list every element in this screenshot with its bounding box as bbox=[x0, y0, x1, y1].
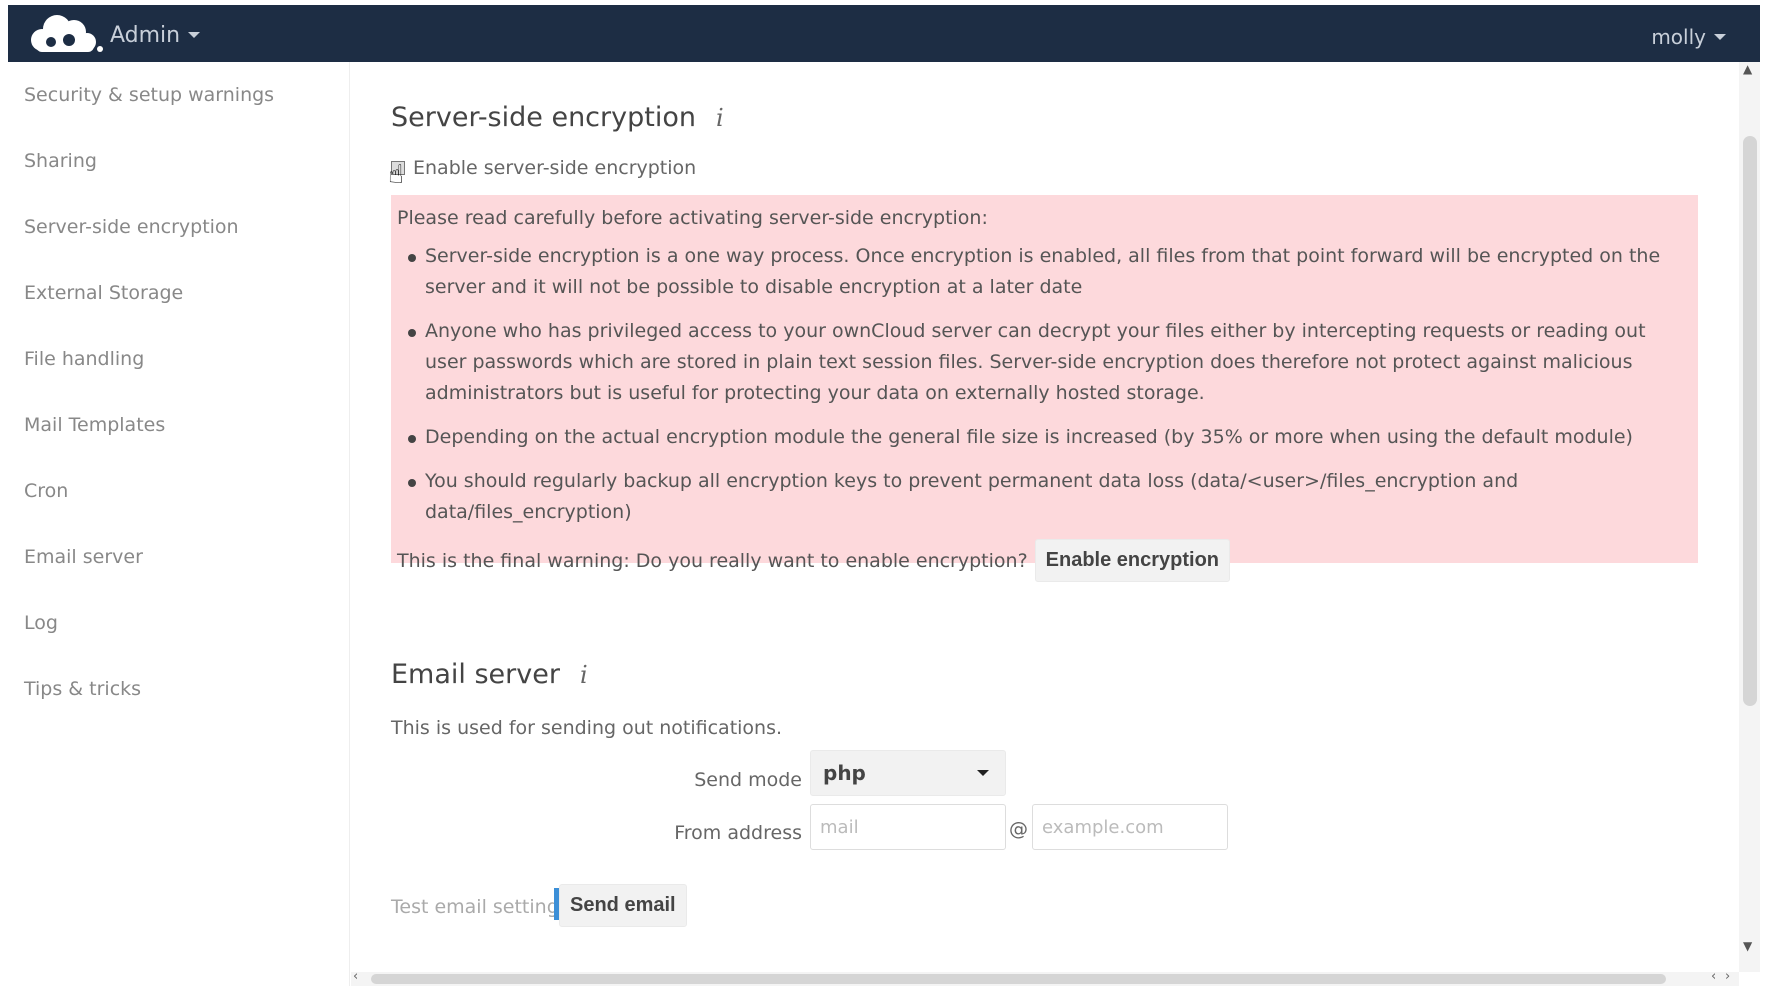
app-menu[interactable]: Admin bbox=[110, 23, 201, 48]
chevron-down-icon bbox=[188, 31, 201, 38]
encryption-title-text: Server-side encryption bbox=[391, 102, 696, 133]
scroll-right-icon[interactable]: › bbox=[1725, 969, 1730, 984]
horizontal-scrollbar[interactable]: ‹ ‹ › bbox=[351, 969, 1739, 986]
user-menu[interactable]: molly bbox=[1651, 25, 1726, 49]
final-warning-row: This is the final warning: Do you really… bbox=[397, 539, 1692, 582]
vertical-scrollbar[interactable]: ▲ ▼ bbox=[1739, 62, 1760, 972]
warning-item: Anyone who has privileged access to your… bbox=[397, 316, 1692, 409]
send-mode-label: Send mode bbox=[694, 769, 802, 791]
from-address-domain-input[interactable] bbox=[1032, 804, 1228, 850]
header-bar: Admin molly bbox=[8, 5, 1760, 62]
warning-item: You should regularly backup all encrypti… bbox=[397, 466, 1692, 528]
encryption-section-title: Server-side encryption i bbox=[391, 102, 724, 133]
hand-cursor-icon: ☝ bbox=[388, 160, 404, 190]
enable-encryption-checkbox-row[interactable]: ☝ Enable server-side encryption bbox=[388, 157, 697, 190]
sidebar-item-file-handling[interactable]: File handling bbox=[8, 326, 349, 392]
send-mode-select[interactable]: php bbox=[810, 750, 1006, 796]
warning-intro: Please read carefully before activating … bbox=[397, 207, 988, 229]
scroll-up-icon[interactable]: ▲ bbox=[1743, 62, 1752, 76]
send-email-button[interactable]: Send email bbox=[559, 884, 687, 927]
main-content: Server-side encryption i ☝ Enable server-… bbox=[351, 62, 1739, 972]
info-icon[interactable]: i bbox=[580, 661, 588, 689]
enable-encryption-button[interactable]: Enable encryption bbox=[1034, 539, 1231, 582]
sidebar-item-log[interactable]: Log bbox=[8, 590, 349, 656]
test-email-label: Test email settings bbox=[391, 896, 569, 918]
sidebar-item-sharing[interactable]: Sharing bbox=[8, 128, 349, 194]
at-sign: @ bbox=[1009, 818, 1028, 840]
sidebar-item-server-side-encryption[interactable]: Server-side encryption bbox=[8, 194, 349, 260]
sidebar-item-external-storage[interactable]: External Storage bbox=[8, 260, 349, 326]
from-address-label: From address bbox=[674, 822, 802, 844]
info-icon[interactable]: i bbox=[716, 104, 724, 132]
enable-encryption-checkbox[interactable]: ☝ bbox=[388, 160, 405, 190]
encryption-warning-box: Please read carefully before activating … bbox=[391, 195, 1698, 582]
email-server-section-title: Email server i bbox=[391, 659, 588, 690]
app-name-label: Admin bbox=[110, 23, 181, 48]
sidebar-item-security-warnings[interactable]: Security & setup warnings bbox=[8, 62, 349, 128]
email-server-title-text: Email server bbox=[391, 659, 560, 690]
sidebar-item-cron[interactable]: Cron bbox=[8, 458, 349, 524]
chevron-down-icon bbox=[1714, 34, 1726, 40]
enable-encryption-label: Enable server-side encryption bbox=[413, 157, 697, 179]
vertical-scroll-thumb[interactable] bbox=[1743, 136, 1757, 706]
sidebar-item-email-server[interactable]: Email server bbox=[8, 524, 349, 590]
scroll-down-icon[interactable]: ▼ bbox=[1743, 939, 1752, 953]
sidebar-item-mail-templates[interactable]: Mail Templates bbox=[8, 392, 349, 458]
chevron-down-icon bbox=[977, 770, 989, 776]
sidebar-nav: Security & setup warnings Sharing Server… bbox=[8, 62, 350, 986]
from-address-mail-input[interactable] bbox=[810, 804, 1006, 850]
owncloud-logo-icon[interactable] bbox=[24, 12, 104, 54]
sidebar-item-tips-tricks[interactable]: Tips & tricks bbox=[8, 656, 349, 722]
user-name-label: molly bbox=[1651, 25, 1706, 49]
warning-item: Depending on the actual encryption modul… bbox=[397, 422, 1692, 453]
horizontal-scroll-thumb[interactable] bbox=[371, 974, 1666, 984]
scroll-left-icon[interactable]: ‹ bbox=[353, 969, 358, 984]
warning-list: Server-side encryption is a one way proc… bbox=[397, 241, 1692, 528]
final-warning-text: This is the final warning: Do you really… bbox=[397, 549, 1028, 572]
email-server-description: This is used for sending out notificatio… bbox=[391, 717, 783, 739]
warning-item: Server-side encryption is a one way proc… bbox=[397, 241, 1692, 303]
send-mode-value: php bbox=[823, 761, 866, 785]
scroll-left-icon[interactable]: ‹ bbox=[1711, 969, 1716, 984]
